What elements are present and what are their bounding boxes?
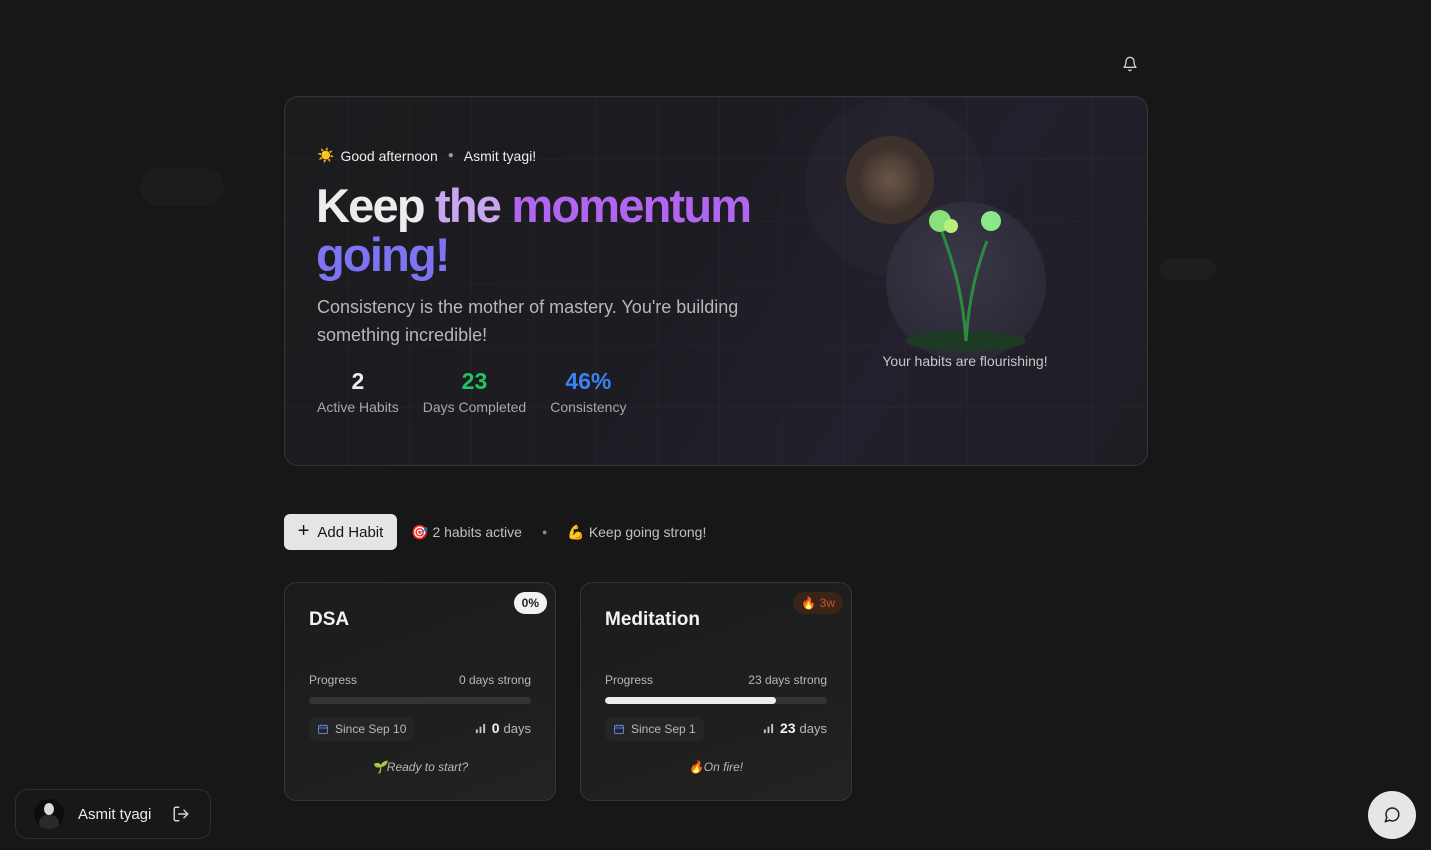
notifications-button[interactable] — [1119, 53, 1141, 75]
days-count: 0 days — [475, 720, 531, 736]
habits-active-text: 2 habits active — [432, 524, 522, 540]
habit-title: Meditation — [605, 609, 700, 630]
muscle-icon: 💪 — [567, 523, 585, 540]
background-glow — [140, 168, 224, 206]
since-text: Since Sep 10 — [335, 722, 407, 736]
status-text: On fire! — [703, 760, 744, 774]
avatar[interactable] — [34, 799, 64, 829]
user-name: Asmit tyagi — [78, 805, 152, 823]
stat-consistency: 46% Consistency — [550, 367, 626, 415]
separator-dot: ● — [447, 150, 454, 161]
habits-active-count: 🎯 2 habits active — [411, 524, 522, 541]
stat-value: 46% — [565, 368, 612, 394]
habit-status: 🌱Ready to start? — [285, 760, 555, 774]
since-date: Since Sep 10 — [309, 717, 415, 741]
days-count: 23 days — [763, 720, 827, 736]
logout-icon[interactable] — [172, 805, 190, 823]
hero-subtitle: Consistency is the mother of mastery. Yo… — [317, 297, 739, 345]
habit-title: DSA — [309, 609, 350, 630]
background-glow — [1160, 258, 1216, 280]
greeting: ☀️ Good afternoon ● Asmit tyagi! — [317, 147, 536, 164]
sprout-icon: 🌱 — [371, 760, 387, 774]
sun-icon: ☀️ — [317, 147, 335, 163]
motivation-text: 💪 Keep going strong! — [567, 524, 706, 541]
status-text: Ready to start? — [386, 760, 469, 774]
plus-icon: + — [297, 520, 310, 542]
headline-word: momentum — [511, 179, 752, 232]
progress-row: Progress 0 days strong — [309, 673, 531, 687]
since-date: Since Sep 1 — [605, 717, 704, 741]
chat-button[interactable] — [1368, 791, 1416, 839]
streak-text: 23 days strong — [748, 673, 827, 687]
plant-illustration — [825, 127, 1105, 377]
stat-label: Days Completed — [422, 399, 527, 415]
stat-value: 2 — [351, 368, 365, 394]
add-habit-button[interactable]: + Add Habit — [284, 514, 397, 550]
greeting-text: Good afternoon — [340, 147, 438, 164]
since-text: Since Sep 1 — [631, 722, 696, 736]
stats-row: 2 Active Habits 23 Days Completed 46% Co… — [317, 367, 626, 415]
progress-fill — [605, 697, 776, 704]
hero-card: ☀️ Good afternoon ● Asmit tyagi! Keep th… — [284, 96, 1148, 466]
bar-chart-icon — [763, 723, 774, 733]
habit-card-dsa[interactable]: DSA 0% Progress 0 days strong Since Sep … — [284, 582, 556, 801]
progress-label: Progress — [605, 673, 654, 687]
add-habit-label: Add Habit — [317, 523, 384, 541]
plant-icon — [846, 136, 1046, 362]
habit-actions: + Add Habit 🎯 2 habits active ● 💪 Keep g… — [284, 514, 706, 550]
calendar-icon — [318, 724, 328, 734]
fire-icon: 🔥 — [801, 596, 817, 610]
page-title: Keep the momentum going! — [316, 181, 796, 279]
motivation-label: Keep going strong! — [588, 524, 707, 540]
greeting-name: Asmit tyagi! — [463, 147, 537, 164]
bell-icon — [1123, 56, 1137, 72]
headline-word: going! — [316, 228, 451, 281]
stat-days-completed: 23 Days Completed — [423, 367, 527, 415]
stat-active-habits: 2 Active Habits — [317, 367, 399, 415]
days-unit: days — [799, 720, 827, 736]
stat-value: 23 — [461, 368, 488, 394]
habit-status: 🔥On fire! — [581, 760, 851, 774]
completion-badge: 0% — [513, 592, 547, 614]
progress-bar — [309, 697, 531, 704]
habit-card-meditation[interactable]: Meditation 🔥 3w Progress 23 days strong … — [580, 582, 852, 801]
separator-dot: ● — [541, 527, 548, 537]
stat-label: Active Habits — [317, 399, 399, 415]
progress-bar — [605, 697, 827, 704]
days-value: 0 — [491, 720, 500, 736]
bar-chart-icon — [475, 723, 485, 733]
streak-text: 0 days strong — [458, 673, 531, 687]
streak-badge-text: 3w — [819, 596, 835, 610]
calendar-icon — [614, 724, 624, 734]
headline-word: Keep — [316, 179, 426, 232]
target-icon: 🎯 — [411, 523, 429, 540]
days-unit: days — [503, 720, 531, 736]
user-menu: Asmit tyagi — [15, 789, 211, 839]
chat-icon — [1384, 807, 1400, 823]
streak-badge: 🔥 3w — [793, 592, 843, 614]
stat-label: Consistency — [550, 399, 627, 415]
plant-caption: Your habits are flourishing! — [882, 353, 1048, 369]
days-value: 23 — [779, 720, 796, 736]
headline-word: the — [435, 179, 502, 232]
progress-row: Progress 23 days strong — [605, 673, 827, 687]
progress-label: Progress — [309, 673, 358, 687]
fire-icon: 🔥 — [688, 760, 704, 774]
